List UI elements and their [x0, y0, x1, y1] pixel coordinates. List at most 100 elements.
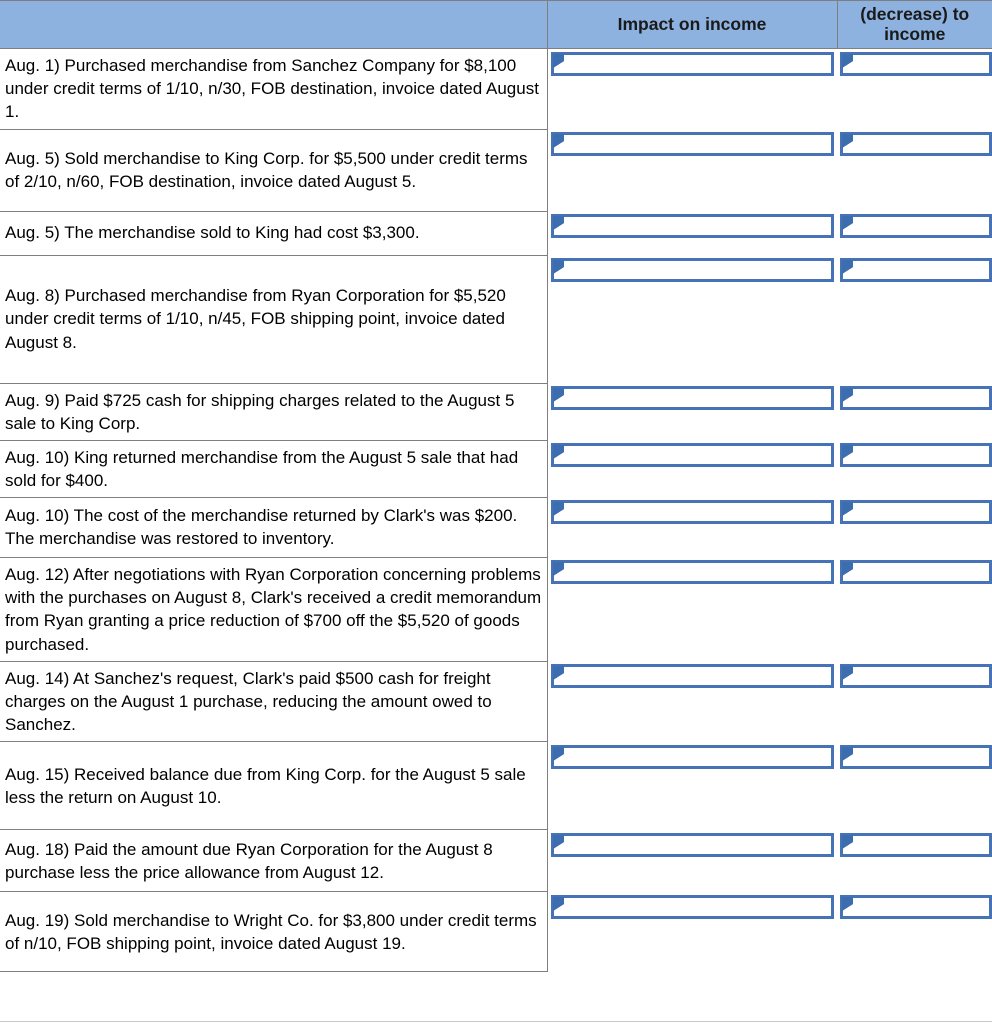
- triangle-marker-icon: [842, 388, 853, 403]
- triangle-marker-icon: [552, 445, 564, 460]
- answer-cell-decrease-to-income: [837, 383, 992, 441]
- transaction-description-cell: Aug. 1) Purchased merchandise from Sanch…: [0, 48, 548, 130]
- triangle-marker-icon: [552, 388, 564, 403]
- header-row: Impact on income (decrease) to income: [0, 0, 992, 50]
- answer-cell-impact-on-income: [547, 211, 837, 256]
- worksheet-container: Impact on income (decrease) to income Au…: [0, 0, 992, 1024]
- answer-cell-impact-on-income: [547, 891, 837, 972]
- impact-on-income-table: Impact on income (decrease) to income Au…: [0, 0, 992, 973]
- answer-input-impact-on-income[interactable]: [550, 832, 834, 857]
- answer-cell-impact-on-income: [547, 829, 837, 892]
- answer-input-decrease-to-income[interactable]: [840, 52, 992, 77]
- triangle-marker-icon: [552, 54, 564, 69]
- answer-input-decrease-to-income[interactable]: [840, 258, 992, 283]
- answer-input-decrease-to-income[interactable]: [840, 132, 992, 157]
- answer-input-impact-on-income[interactable]: [550, 560, 834, 585]
- answer-cell-decrease-to-income: [837, 129, 992, 212]
- triangle-marker-icon: [842, 562, 853, 577]
- answer-input-decrease-to-income[interactable]: [840, 744, 992, 769]
- transaction-description-text: Aug. 19) Sold merchandise to Wright Co. …: [5, 910, 537, 953]
- answer-cell-decrease-to-income: [837, 741, 992, 830]
- transaction-description-text: Aug. 9) Paid $725 cash for shipping char…: [5, 390, 515, 433]
- transaction-description-text: Aug. 15) Received balance due from King …: [5, 764, 526, 807]
- transaction-description-text: Aug. 8) Purchased merchandise from Ryan …: [5, 286, 506, 352]
- answer-input-decrease-to-income[interactable]: [840, 214, 992, 239]
- answer-input-impact-on-income[interactable]: [550, 894, 834, 919]
- transaction-description-cell: Aug. 15) Received balance due from King …: [0, 741, 548, 831]
- table-row: Aug. 8) Purchased merchandise from Ryan …: [0, 254, 992, 384]
- answer-cell-decrease-to-income: [837, 211, 992, 256]
- answer-input-decrease-to-income[interactable]: [840, 386, 992, 411]
- answer-cell-impact-on-income: [547, 741, 837, 830]
- triangle-marker-icon: [552, 216, 564, 231]
- answer-cell-decrease-to-income: [837, 661, 992, 742]
- answer-cell-decrease-to-income: [837, 829, 992, 892]
- answer-cell-decrease-to-income: [837, 440, 992, 498]
- triangle-marker-icon: [552, 834, 564, 849]
- answer-input-decrease-to-income[interactable]: [840, 560, 992, 585]
- table-row: Aug. 18) Paid the amount due Ryan Corpor…: [0, 829, 992, 893]
- answer-cell-impact-on-income: [547, 440, 837, 498]
- answer-input-decrease-to-income[interactable]: [840, 832, 992, 857]
- answer-cell-impact-on-income: [547, 48, 837, 130]
- answer-input-impact-on-income[interactable]: [550, 132, 834, 157]
- answer-input-impact-on-income[interactable]: [550, 386, 834, 411]
- triangle-marker-icon: [842, 502, 853, 517]
- answer-input-impact-on-income[interactable]: [550, 500, 834, 525]
- transaction-description-cell: Aug. 8) Purchased merchandise from Ryan …: [0, 254, 548, 384]
- transaction-description-text: Aug. 5) The merchandise sold to King had…: [5, 223, 420, 243]
- triangle-marker-icon: [552, 746, 564, 761]
- transaction-description-cell: Aug. 5) Sold merchandise to King Corp. f…: [0, 128, 548, 212]
- triangle-marker-icon: [552, 896, 564, 911]
- answer-input-impact-on-income[interactable]: [550, 214, 834, 239]
- transaction-description-text: Aug. 18) Paid the amount due Ryan Corpor…: [5, 839, 493, 882]
- answer-cell-decrease-to-income: [837, 255, 992, 384]
- table-row: Aug. 12) After negotiations with Ryan Co…: [0, 556, 992, 662]
- answer-input-impact-on-income[interactable]: [550, 443, 834, 468]
- answer-input-impact-on-income[interactable]: [550, 52, 834, 77]
- answer-cell-impact-on-income: [547, 255, 837, 384]
- transaction-description-text: Aug. 12) After negotiations with Ryan Co…: [5, 565, 542, 654]
- answer-cell-impact-on-income: [547, 557, 837, 662]
- table-body: Aug. 1) Purchased merchandise from Sanch…: [0, 48, 992, 973]
- transaction-description-text: Aug. 10) King returned merchandise from …: [5, 447, 519, 490]
- triangle-marker-icon: [552, 260, 564, 275]
- column-header-decrease-to-income: (decrease) to income: [836, 0, 992, 50]
- answer-input-impact-on-income[interactable]: [550, 744, 834, 769]
- column-header-impact-on-income: Impact on income: [546, 0, 838, 50]
- answer-input-impact-on-income[interactable]: [550, 664, 834, 689]
- transaction-description-cell: Aug. 10) The cost of the merchandise ret…: [0, 496, 548, 558]
- answer-input-decrease-to-income[interactable]: [840, 894, 992, 919]
- answer-cell-impact-on-income: [547, 661, 837, 742]
- transaction-description-text: Aug. 10) The cost of the merchandise ret…: [5, 506, 518, 549]
- transaction-description-cell: Aug. 18) Paid the amount due Ryan Corpor…: [0, 829, 548, 893]
- transaction-description-cell: Aug. 14) At Sanchez's request, Clark's p…: [0, 660, 548, 743]
- transaction-description-cell: Aug. 10) King returned merchandise from …: [0, 439, 548, 498]
- triangle-marker-icon: [552, 502, 564, 517]
- answer-cell-decrease-to-income: [837, 891, 992, 972]
- table-row: Aug. 15) Received balance due from King …: [0, 741, 992, 831]
- transaction-description-cell: Aug. 19) Sold merchandise to Wright Co. …: [0, 891, 548, 973]
- table-row: Aug. 14) At Sanchez's request, Clark's p…: [0, 660, 992, 743]
- triangle-marker-icon: [842, 445, 853, 460]
- triangle-marker-icon: [842, 834, 853, 849]
- transaction-description-text: Aug. 14) At Sanchez's request, Clark's p…: [5, 668, 492, 735]
- triangle-marker-icon: [552, 134, 564, 149]
- table-row: Aug. 10) King returned merchandise from …: [0, 439, 992, 498]
- answer-cell-impact-on-income: [547, 129, 837, 212]
- table-row: Aug. 19) Sold merchandise to Wright Co. …: [0, 891, 992, 973]
- triangle-marker-icon: [842, 896, 853, 911]
- transaction-description-cell: Aug. 5) The merchandise sold to King had…: [0, 210, 548, 256]
- triangle-marker-icon: [842, 746, 853, 761]
- answer-input-decrease-to-income[interactable]: [840, 443, 992, 468]
- table-header: Impact on income (decrease) to income: [0, 0, 992, 50]
- answer-cell-impact-on-income: [547, 497, 837, 558]
- table-row: Aug. 5) Sold merchandise to King Corp. f…: [0, 128, 992, 212]
- answer-cell-decrease-to-income: [837, 497, 992, 558]
- answer-input-impact-on-income[interactable]: [550, 258, 834, 283]
- answer-input-decrease-to-income[interactable]: [840, 500, 992, 525]
- table-row: Aug. 1) Purchased merchandise from Sanch…: [0, 48, 992, 130]
- answer-cell-decrease-to-income: [837, 557, 992, 662]
- answer-input-decrease-to-income[interactable]: [840, 664, 992, 689]
- column-header-description: [0, 0, 548, 50]
